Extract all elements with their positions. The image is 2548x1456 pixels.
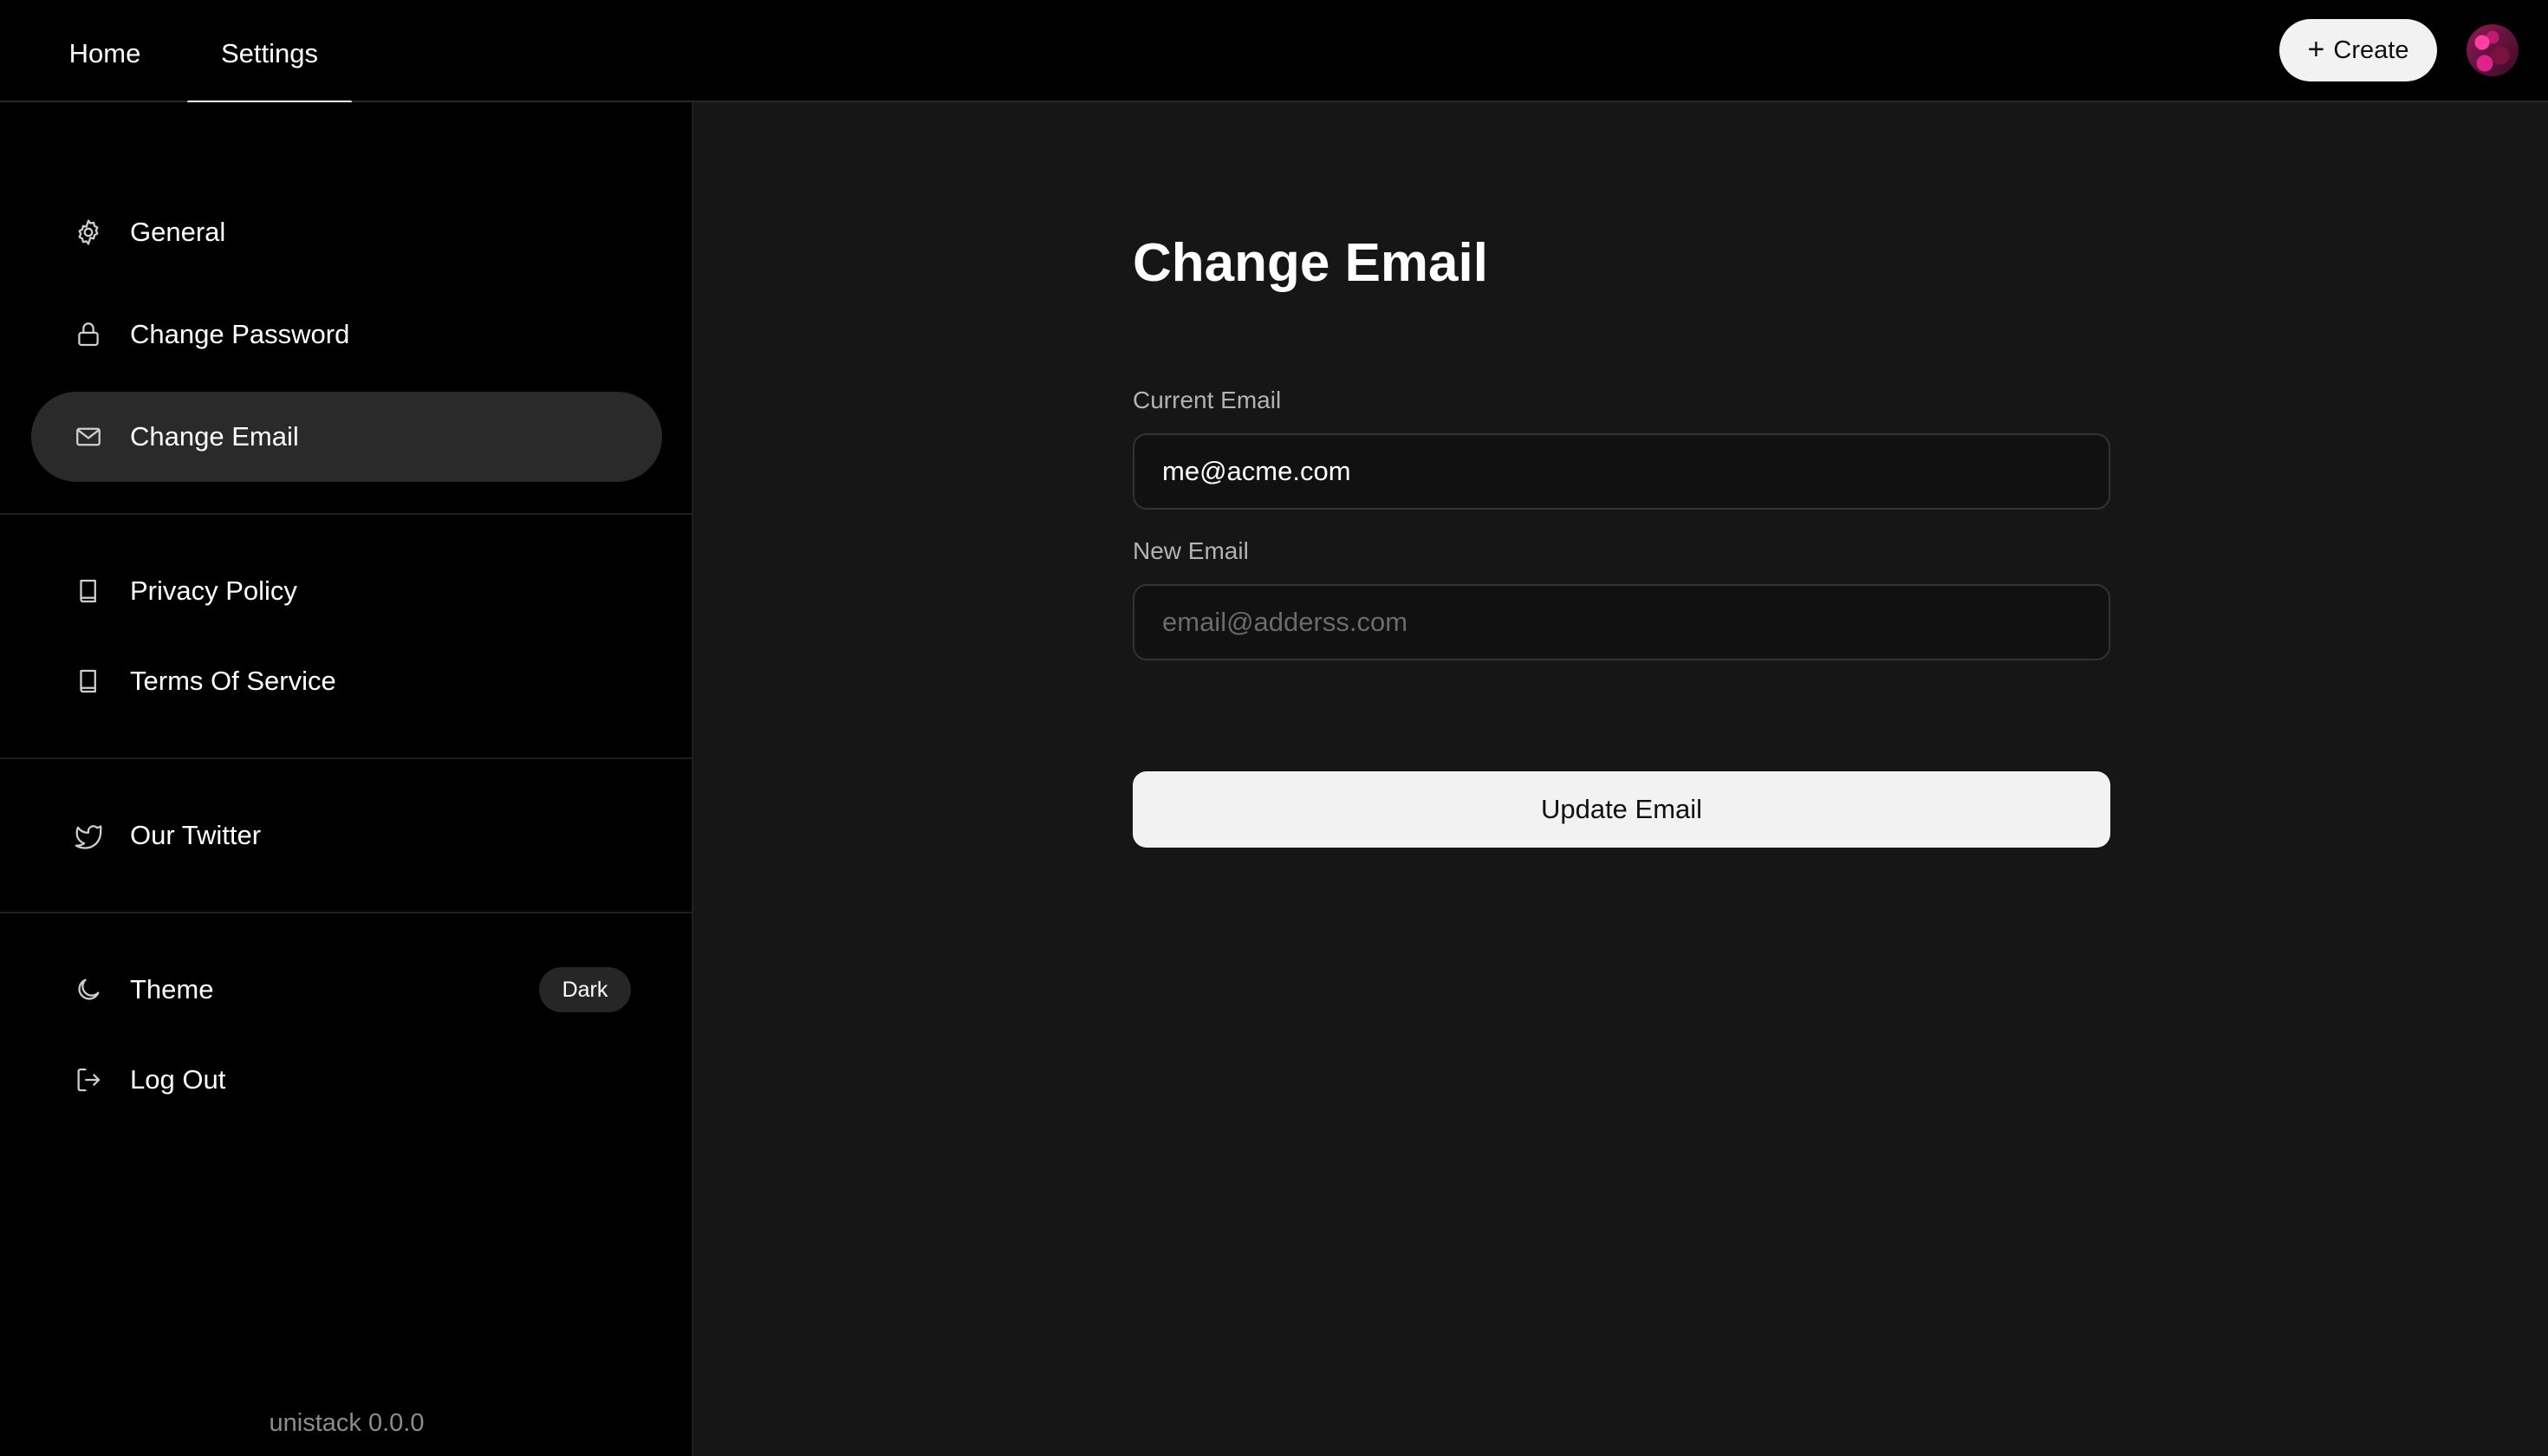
page-title: Change Email xyxy=(1133,233,1488,293)
tab-home[interactable]: Home xyxy=(52,0,158,102)
app-version: unistack 0.0.0 xyxy=(269,1409,425,1437)
settings-sidebar: General Change Password Change Email Pri… xyxy=(0,102,693,1456)
theme-value-badge: Dark xyxy=(539,967,631,1012)
sidebar-item-change-email[interactable]: Change Email xyxy=(31,392,662,482)
twitter-icon xyxy=(73,820,104,851)
mail-icon xyxy=(73,421,104,452)
sidebar-divider xyxy=(0,513,692,515)
current-email-label: Current Email xyxy=(1133,387,1282,413)
sidebar-item-theme[interactable]: Theme Dark xyxy=(31,945,662,1035)
current-email-field[interactable] xyxy=(1133,433,2110,510)
avatar[interactable] xyxy=(2467,24,2519,76)
sidebar-item-general[interactable]: General xyxy=(31,187,662,277)
sidebar-item-log-out[interactable]: Log Out xyxy=(31,1035,662,1125)
sidebar-item-change-password[interactable]: Change Password xyxy=(31,289,662,380)
lock-icon xyxy=(73,319,104,350)
new-email-label: New Email xyxy=(1133,537,1249,564)
book-icon xyxy=(73,575,104,607)
sidebar-item-label: Terms Of Service xyxy=(130,666,336,696)
book-icon xyxy=(73,666,104,697)
sidebar-item-privacy-policy[interactable]: Privacy Policy xyxy=(31,546,662,636)
create-button-label: Create xyxy=(2333,36,2409,64)
sidebar-divider xyxy=(0,912,692,913)
sidebar-item-label: Theme xyxy=(130,974,214,1004)
update-email-button[interactable]: Update Email xyxy=(1133,771,2110,848)
create-button[interactable]: + Create xyxy=(2279,19,2437,81)
sidebar-item-label: Change Password xyxy=(130,319,350,349)
sidebar-item-label: Change Email xyxy=(130,421,299,452)
main-content: Change Email Current Email New Email Upd… xyxy=(693,102,2548,1456)
gear-icon xyxy=(73,217,104,248)
moon-icon xyxy=(73,974,104,1005)
sidebar-divider xyxy=(0,757,692,759)
tab-settings[interactable]: Settings xyxy=(187,0,352,102)
new-email-field[interactable] xyxy=(1133,584,2110,660)
logout-icon xyxy=(73,1064,104,1095)
sidebar-item-our-twitter[interactable]: Our Twitter xyxy=(31,790,662,881)
plus-icon: + xyxy=(2307,32,2325,66)
sidebar-item-label: Our Twitter xyxy=(130,820,262,850)
sidebar-item-label: Privacy Policy xyxy=(130,575,297,606)
top-navigation-bar: Home Settings + Create xyxy=(0,0,2548,106)
sidebar-item-terms-of-service[interactable]: Terms Of Service xyxy=(31,636,662,726)
sidebar-item-label: General xyxy=(130,217,226,247)
sidebar-item-label: Log Out xyxy=(130,1064,226,1095)
